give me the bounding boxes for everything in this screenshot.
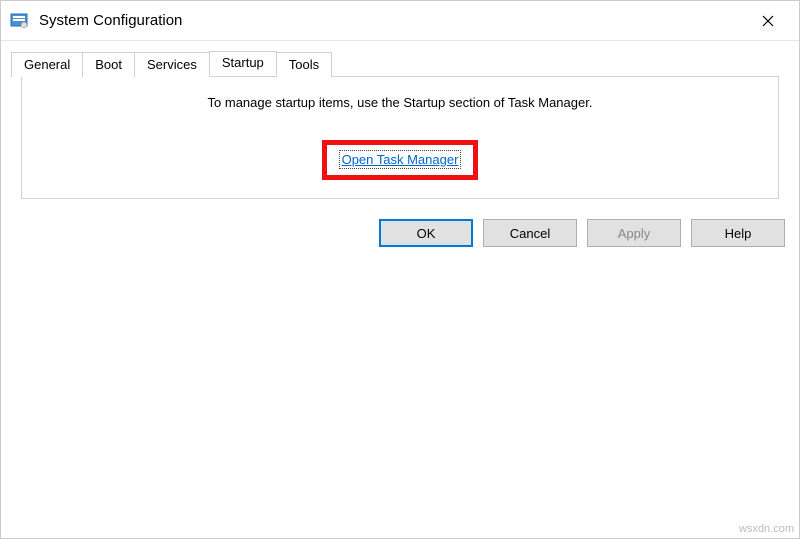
apply-button: Apply xyxy=(587,219,681,247)
app-icon xyxy=(9,11,29,31)
tab-tools[interactable]: Tools xyxy=(276,52,332,77)
watermark: wsxdn.com xyxy=(739,523,794,535)
highlight-annotation: Open Task Manager xyxy=(322,140,479,180)
tab-strip: General Boot Services Startup Tools xyxy=(11,52,789,77)
open-task-manager-link[interactable]: Open Task Manager xyxy=(339,150,462,169)
system-configuration-window: System Configuration General Boot Servic… xyxy=(0,0,800,539)
instruction-text: To manage startup items, use the Startup… xyxy=(208,95,593,110)
tab-boot[interactable]: Boot xyxy=(82,52,135,77)
tab-area: General Boot Services Startup Tools To m… xyxy=(1,41,799,209)
button-bar: OK Cancel Apply Help xyxy=(1,209,799,261)
tab-general[interactable]: General xyxy=(11,52,83,77)
help-button[interactable]: Help xyxy=(691,219,785,247)
ok-button[interactable]: OK xyxy=(379,219,473,247)
startup-panel: To manage startup items, use the Startup… xyxy=(21,76,779,199)
cancel-button[interactable]: Cancel xyxy=(483,219,577,247)
tab-services[interactable]: Services xyxy=(134,52,210,77)
window-title: System Configuration xyxy=(39,12,745,29)
close-icon xyxy=(762,15,774,27)
close-button[interactable] xyxy=(745,5,791,37)
tab-startup[interactable]: Startup xyxy=(209,51,277,76)
titlebar: System Configuration xyxy=(1,1,799,41)
